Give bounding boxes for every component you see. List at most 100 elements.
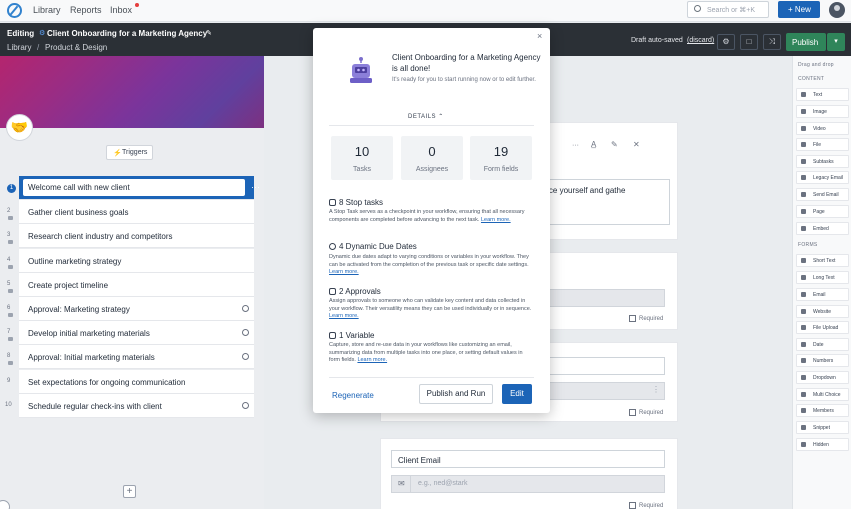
client-email-label-input[interactable]: Client Email (391, 450, 665, 468)
add-task-button[interactable]: + (123, 485, 136, 498)
learn-more-link[interactable]: Learn more. (329, 269, 359, 275)
learn-more-link[interactable]: Learn more. (481, 217, 511, 223)
palette-item-image[interactable]: Image (796, 105, 849, 118)
envelope-icon: ✉ (398, 479, 405, 488)
palette-item-website[interactable]: Website (796, 305, 849, 318)
breadcrumb-separator: / (37, 43, 40, 52)
task-row[interactable]: Research client industry and competitors (19, 224, 254, 248)
palette-item-file-upload[interactable]: File Upload (796, 321, 849, 334)
comments-button[interactable]: □ (740, 34, 758, 50)
palette-item-video[interactable]: Video (796, 122, 849, 135)
required-checkbox[interactable]: Required (629, 502, 663, 509)
task-row[interactable]: Develop initial marketing materials (19, 321, 254, 345)
clock-icon (329, 243, 336, 250)
lock-icon (8, 265, 13, 269)
numbers-icon (801, 358, 806, 363)
discard-link[interactable]: (discard) (687, 37, 714, 44)
required-checkbox[interactable]: Required (629, 315, 663, 322)
gear-icon: ⚙ (39, 30, 46, 37)
task-row[interactable]: Schedule regular check-ins with client (19, 394, 254, 418)
app-logo-icon[interactable] (7, 3, 22, 18)
learn-more-link[interactable]: Learn more. (357, 357, 387, 363)
page-icon (801, 209, 806, 214)
task-row[interactable]: Approval: Marketing strategy (19, 297, 254, 321)
editing-label: Editing (7, 29, 35, 38)
publish-button[interactable]: Publish (786, 33, 826, 51)
new-button[interactable]: + New (778, 1, 820, 18)
stat-tasks: 10 Tasks (331, 136, 393, 180)
publish-dropdown-button[interactable]: ▾ (827, 33, 845, 51)
palette-item-members[interactable]: Members (796, 404, 849, 417)
text-color-icon[interactable]: A̲ (591, 140, 596, 149)
palette-item-numbers[interactable]: Numbers (796, 354, 849, 367)
triggers-button[interactable]: ⚡ Triggers (106, 145, 153, 160)
approvals-description: Assign approvals to someone who can vali… (329, 298, 532, 319)
lock-icon (8, 337, 13, 341)
user-avatar[interactable] (829, 2, 845, 18)
clear-format-icon[interactable]: ✕ (633, 140, 640, 149)
file-icon (801, 142, 806, 147)
palette-item-file[interactable]: File (796, 138, 849, 151)
task-row[interactable]: Set expectations for ongoing communicati… (19, 370, 254, 394)
task-number: 7 (7, 329, 11, 335)
lock-icon (8, 216, 13, 220)
members-icon (801, 408, 806, 413)
breadcrumb-folder[interactable]: Product & Design (45, 43, 107, 52)
task-number: 1 (7, 184, 16, 193)
settings-button[interactable]: ⚙ (717, 34, 735, 50)
palette-item-snippet[interactable]: Snippet (796, 421, 849, 434)
shuffle-button[interactable]: ⤨ (763, 34, 781, 50)
palette-item-embed[interactable]: Embed (796, 222, 849, 235)
palette-item-page[interactable]: Page (796, 205, 849, 218)
nav-library-link[interactable]: Library (33, 5, 61, 15)
task-menu-icon[interactable]: ··· (251, 182, 260, 192)
edit-title-icon[interactable]: ✎ (206, 29, 212, 37)
task-row[interactable]: Approval: Initial marketing materials (19, 345, 254, 369)
image-icon (801, 109, 806, 114)
palette-item-email[interactable]: Email (796, 288, 849, 301)
publish-and-run-button[interactable]: Publish and Run (419, 384, 493, 404)
task-row-active[interactable]: Welcome call with new client ··· (19, 176, 260, 200)
video-icon (801, 126, 806, 131)
highlight-icon[interactable]: ✎ (611, 140, 618, 149)
regenerate-button[interactable]: Regenerate (332, 391, 374, 400)
lightning-icon: ⚡ (113, 150, 122, 157)
task-row[interactable]: Outline marketing strategy (19, 249, 254, 273)
breadcrumb-library[interactable]: Library (7, 43, 31, 52)
details-toggle[interactable]: DETAILS ⌃ (408, 113, 444, 120)
nav-inbox-link[interactable]: Inbox (110, 5, 132, 15)
edit-button[interactable]: Edit (502, 384, 532, 404)
divider (410, 476, 411, 492)
task-row[interactable]: Create project timeline (19, 273, 254, 297)
palette-item-legacy-email[interactable]: Legacy Email (796, 171, 849, 184)
nav-reports-link[interactable]: Reports (70, 5, 102, 15)
email-icon (801, 292, 806, 297)
search-icon (694, 5, 701, 12)
task-row[interactable]: Gather client business goals (19, 200, 254, 224)
task-list-pane: 🤝 ⚡ Triggers Welcome call with new clien… (0, 56, 264, 509)
task-number: 6 (7, 305, 11, 311)
calendar-icon (801, 342, 806, 347)
palette-item-long-text[interactable]: Long Text (796, 271, 849, 284)
palette-item-short-text[interactable]: Short Text (796, 254, 849, 267)
lock-icon (8, 313, 13, 317)
palette-item-text[interactable]: Text (796, 88, 849, 101)
clock-icon (242, 353, 249, 360)
palette-item-subtasks[interactable]: Subtasks (796, 155, 849, 168)
text-icon (801, 92, 806, 97)
hidden-icon (801, 442, 806, 447)
palette-item-date[interactable]: Date (796, 338, 849, 351)
variable-icon (329, 332, 336, 339)
close-icon[interactable]: × (537, 31, 542, 41)
divider (329, 125, 534, 126)
palette-item-dropdown[interactable]: Dropdown (796, 371, 849, 384)
toolbar-more-icon[interactable]: ··· (572, 142, 579, 149)
palette-item-send-email[interactable]: Send Email (796, 188, 849, 201)
clock-icon (242, 329, 249, 336)
palette-item-multi-choice[interactable]: Multi Choice (796, 388, 849, 401)
workflow-title[interactable]: Client Onboarding for a Marketing Agency (47, 29, 207, 38)
palette-item-hidden[interactable]: Hidden (796, 438, 849, 451)
learn-more-link[interactable]: Learn more. (329, 313, 359, 319)
search-input[interactable]: Search or ⌘+K (687, 1, 769, 18)
required-checkbox[interactable]: Required (629, 409, 663, 416)
